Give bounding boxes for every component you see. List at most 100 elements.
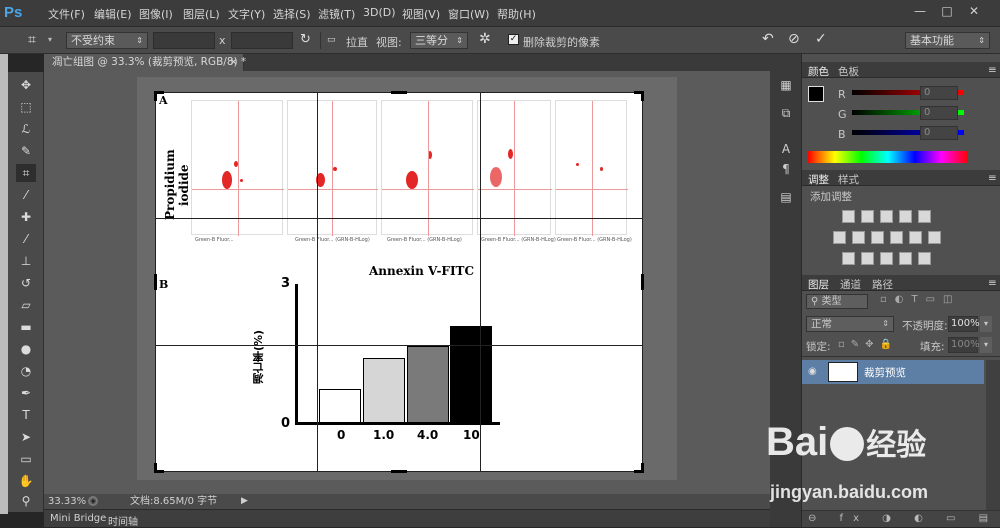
channel-b-value[interactable]: 0 xyxy=(920,126,958,140)
panel-menu-icon[interactable]: ≡ xyxy=(988,277,997,289)
visibility-eye-icon[interactable]: ◉ xyxy=(808,366,817,377)
layer-name[interactable]: 裁剪预览 xyxy=(864,365,906,380)
tab-channels[interactable]: 通道 xyxy=(840,277,861,292)
eyedropper-tool-icon[interactable]: ⁄ xyxy=(16,186,36,204)
opacity-field[interactable]: 100% xyxy=(948,316,980,332)
crop-border[interactable] xyxy=(155,92,643,472)
stamp-tool-icon[interactable]: ⊥ xyxy=(16,252,36,270)
minimize-button[interactable]: — xyxy=(910,3,930,19)
straighten-button[interactable]: 拉直 xyxy=(346,34,368,50)
panel-menu-icon[interactable]: ≡ xyxy=(988,64,997,76)
exposure-icon[interactable] xyxy=(899,210,912,223)
channel-mixer-icon[interactable] xyxy=(909,231,922,244)
photo-filter-icon[interactable] xyxy=(890,231,903,244)
foreground-color-swatch[interactable] xyxy=(808,86,824,102)
move-tool-icon[interactable]: ✥ xyxy=(16,76,36,94)
shape-tool-icon[interactable]: ▭ xyxy=(16,450,36,468)
layer-filter-icons[interactable]: ▫◐T▭◫ xyxy=(880,294,961,305)
tab-swatches[interactable]: 色板 xyxy=(838,64,859,79)
paragraph-icon[interactable]: ¶ xyxy=(777,160,795,178)
marquee-tool-icon[interactable]: ⬚ xyxy=(16,98,36,116)
selective-color-icon[interactable] xyxy=(899,252,912,265)
tab-adjustments[interactable]: 调整 xyxy=(808,172,829,187)
menu-select[interactable]: 选择(S) xyxy=(273,6,311,22)
zoom-level[interactable]: 33.33% xyxy=(48,494,86,509)
dodge-tool-icon[interactable]: ◔ xyxy=(16,362,36,380)
lasso-tool-icon[interactable]: ℒ xyxy=(16,120,36,138)
commit-check-icon[interactable]: ✓ xyxy=(815,31,827,47)
cancel-icon[interactable]: ⊘ xyxy=(788,31,800,47)
crop-handle-top-left[interactable] xyxy=(154,91,164,101)
close-tab-icon[interactable]: × xyxy=(229,54,238,71)
eraser-tool-icon[interactable]: ▱ xyxy=(16,296,36,314)
channel-g-value[interactable]: 0 xyxy=(920,106,958,120)
document-tab[interactable]: 凋亡组图 @ 33.3% (裁剪预览, RGB/8) * × xyxy=(44,54,246,71)
height-field[interactable] xyxy=(231,32,293,49)
crop-handle-bottom-right[interactable] xyxy=(634,463,644,473)
quick-select-tool-icon[interactable]: ✎ xyxy=(16,142,36,160)
brush-tool-icon[interactable]: ⁄ xyxy=(16,230,36,248)
crop-handle-bottom[interactable] xyxy=(391,470,407,473)
tab-layers[interactable]: 图层 xyxy=(808,277,829,292)
menu-3d[interactable]: 3D(D) xyxy=(363,6,396,19)
tab-paths[interactable]: 路径 xyxy=(872,277,893,292)
straighten-icon[interactable]: ▭ xyxy=(327,35,336,45)
menu-file[interactable]: 文件(F) xyxy=(48,6,85,22)
properties-icon[interactable]: ⧉ xyxy=(777,104,795,122)
chevron-down-icon[interactable]: ▾ xyxy=(980,316,992,332)
crop-tool-icon[interactable]: ⌗ xyxy=(16,164,36,182)
reset-icon[interactable]: ↶ xyxy=(762,31,774,47)
layers-scrollbar[interactable] xyxy=(986,360,1000,510)
brightness-contrast-icon[interactable] xyxy=(842,210,855,223)
layer-row-crop-preview[interactable]: ◉ 裁剪预览 xyxy=(802,360,984,384)
zoom-tool-icon[interactable]: ⚲ xyxy=(16,492,36,510)
chevron-down-icon[interactable]: ▾ xyxy=(980,337,992,353)
color-balance-icon[interactable] xyxy=(852,231,865,244)
tab-styles[interactable]: 样式 xyxy=(838,172,859,187)
status-menu-arrow-icon[interactable]: ▶ xyxy=(241,494,248,509)
blur-tool-icon[interactable]: ● xyxy=(16,340,36,358)
close-window-button[interactable]: ✕ xyxy=(964,3,984,19)
gradient-map-icon[interactable] xyxy=(918,252,931,265)
pen-tool-icon[interactable]: ✒ xyxy=(16,384,36,402)
character-icon[interactable]: A xyxy=(777,140,795,158)
document-canvas[interactable]: A Propidium iodide Green-B Fluor... Gree… xyxy=(154,91,644,473)
status-icon[interactable]: ◉ xyxy=(88,496,98,506)
menu-type[interactable]: 文字(Y) xyxy=(228,6,265,22)
tab-color[interactable]: 颜色 xyxy=(808,64,829,79)
crop-handle-top[interactable] xyxy=(391,91,407,94)
crop-handle-right[interactable] xyxy=(641,274,644,290)
levels-icon[interactable] xyxy=(861,210,874,223)
layer-filter-select[interactable]: ⚲ 类型 xyxy=(806,294,868,309)
constraint-select[interactable]: 不受约束 ⇕ xyxy=(66,32,148,49)
tool-preset-chevron-icon[interactable]: ▾ xyxy=(48,35,52,44)
fill-field[interactable]: 100% xyxy=(948,337,980,353)
vibrance-icon[interactable] xyxy=(918,210,931,223)
threshold-icon[interactable] xyxy=(880,252,893,265)
crop-tool-icon[interactable]: ⌗ xyxy=(28,32,36,48)
menu-window[interactable]: 窗口(W) xyxy=(448,6,489,22)
lock-icons[interactable]: ▫✎✥🔒 xyxy=(838,339,898,350)
tab-mini-bridge[interactable]: Mini Bridge xyxy=(50,513,106,524)
maximize-button[interactable]: □ xyxy=(937,3,957,19)
menu-edit[interactable]: 编辑(E) xyxy=(94,6,132,22)
menu-layer[interactable]: 图层(L) xyxy=(183,6,220,22)
invert-icon[interactable] xyxy=(842,252,855,265)
curves-icon[interactable] xyxy=(880,210,893,223)
history-icon[interactable]: ▦ xyxy=(777,76,795,94)
color-spectrum-bar[interactable] xyxy=(808,151,968,163)
tab-timeline[interactable]: 时间轴 xyxy=(108,513,138,528)
blend-mode-select[interactable]: 正常 ⇕ xyxy=(806,316,894,332)
menu-help[interactable]: 帮助(H) xyxy=(497,6,536,22)
delete-cropped-checkbox[interactable]: ✓ xyxy=(508,34,519,45)
black-white-icon[interactable] xyxy=(871,231,884,244)
width-field[interactable] xyxy=(153,32,215,49)
menu-filter[interactable]: 滤镜(T) xyxy=(318,6,355,22)
gradient-tool-icon[interactable]: ▬ xyxy=(16,318,36,336)
crop-handle-left[interactable] xyxy=(154,274,157,290)
color-lookup-icon[interactable] xyxy=(928,231,941,244)
tool-presets-icon[interactable]: ▤ xyxy=(777,188,795,206)
view-select[interactable]: 三等分 ⇕ xyxy=(410,32,468,49)
panel-menu-icon[interactable]: ≡ xyxy=(988,172,997,184)
hue-saturation-icon[interactable] xyxy=(833,231,846,244)
